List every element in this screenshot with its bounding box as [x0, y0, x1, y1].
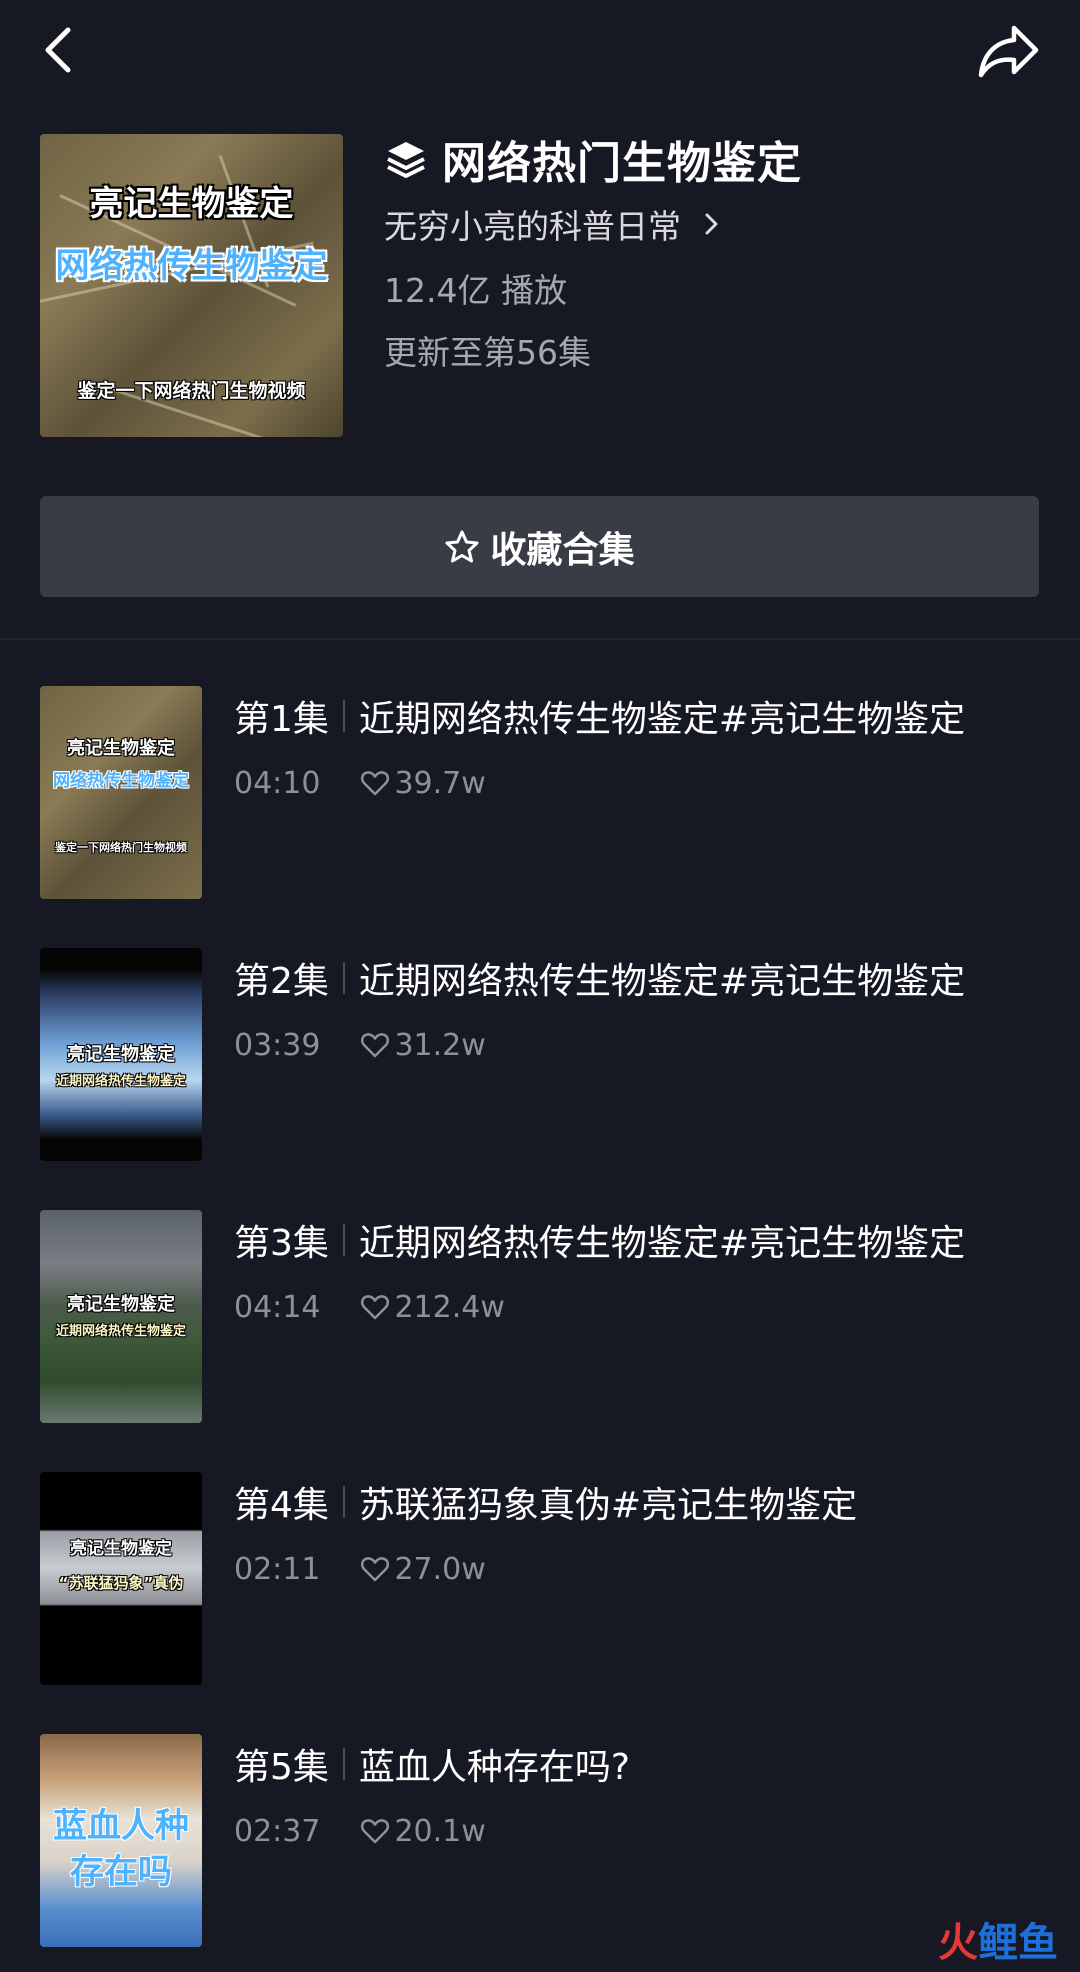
episode-item[interactable]: 亮记生物鉴定 近期网络热传生物鉴定 第3集 近期网络热传生物鉴定#亮记生物鉴定 …	[40, 1210, 1040, 1423]
cover-title-line2: 网络热传生物鉴定	[55, 246, 328, 286]
episode-thumbnail: 亮记生物鉴定 近期网络热传生物鉴定	[40, 1210, 202, 1423]
author-name: 无穷小亮的科普日常	[384, 207, 681, 246]
chevron-left-icon	[45, 27, 71, 73]
title-row: 网络热门生物鉴定	[384, 128, 1044, 190]
episode-number: 第4集	[234, 1485, 329, 1526]
episode-title-row: 第2集 近期网络热传生物鉴定#亮记生物鉴定	[234, 948, 965, 1008]
episode-number: 第2集	[234, 961, 329, 1002]
episode-title: 近期网络热传生物鉴定#亮记生物鉴定	[358, 961, 966, 1002]
thumb-text-line1: 亮记生物鉴定	[67, 1294, 175, 1315]
collection-info: 网络热门生物鉴定 无穷小亮的科普日常 12.4亿 播放 更新至第56集	[384, 128, 1044, 372]
episode-title: 蓝血人种存在吗?	[358, 1747, 631, 1788]
episode-meta-row: 02:11 27.0w	[234, 1546, 486, 1592]
episode-thumbnail: 蓝血人种 存在吗	[40, 1734, 202, 1947]
collection-cover: 亮记生物鉴定 网络热传生物鉴定 鉴定一下网络热门生物视频	[40, 134, 343, 437]
separator	[342, 700, 345, 732]
episode-number: 第5集	[234, 1747, 329, 1788]
collection-page: 亮记生物鉴定 网络热传生物鉴定 鉴定一下网络热门生物视频 网络热门生物鉴定 无穷…	[0, 0, 1080, 1972]
episode-thumbnail: 亮记生物鉴定 “苏联猛犸象”真伪	[40, 1472, 202, 1685]
author-link[interactable]: 无穷小亮的科普日常	[384, 202, 725, 246]
heart-outline-icon	[361, 1033, 390, 1058]
thumb-text-line2: 存在吗	[70, 1852, 172, 1892]
watermark-part1: 火	[938, 1920, 978, 1966]
episode-meta-row: 04:10 39.7w	[234, 760, 486, 806]
thumb-text-line1: 亮记生物鉴定	[67, 738, 175, 759]
favorite-collection-button[interactable]: 收藏合集	[40, 496, 1039, 597]
share-arrow-icon	[978, 25, 1039, 78]
episode-number: 第1集	[234, 699, 329, 740]
thumb-text-line2: “苏联猛犸象”真伪	[58, 1574, 184, 1592]
episode-meta-row: 03:39 31.2w	[234, 1022, 486, 1068]
episode-item[interactable]: 蓝血人种 存在吗 第5集 蓝血人种存在吗? 02:37 20.1w	[40, 1734, 1040, 1947]
episode-likes: 212.4w	[394, 1289, 505, 1325]
episode-title-row: 第3集 近期网络热传生物鉴定#亮记生物鉴定	[234, 1210, 965, 1270]
episode-duration: 04:10	[234, 765, 321, 801]
episode-item[interactable]: 亮记生物鉴定 “苏联猛犸象”真伪 第4集 苏联猛犸象真伪#亮记生物鉴定 02:1…	[40, 1472, 1040, 1685]
separator	[342, 1748, 345, 1780]
episode-title-row: 第1集 近期网络热传生物鉴定#亮记生物鉴定	[234, 686, 965, 746]
thumb-text-line1: 亮记生物鉴定	[70, 1539, 172, 1559]
layers-icon	[387, 142, 425, 178]
episode-number: 第3集	[234, 1223, 329, 1264]
episode-thumbnail: 亮记生物鉴定 网络热传生物鉴定 鉴定一下网络热门生物视频	[40, 686, 202, 899]
episode-duration: 02:11	[234, 1551, 321, 1587]
watermark-part2: 鲤鱼	[978, 1920, 1058, 1966]
episode-title-row: 第4集 苏联猛犸象真伪#亮记生物鉴定	[234, 1472, 857, 1532]
episode-title: 近期网络热传生物鉴定#亮记生物鉴定	[358, 1223, 966, 1264]
episode-likes: 20.1w	[394, 1813, 486, 1849]
episode-title: 苏联猛犸象真伪#亮记生物鉴定	[358, 1485, 858, 1526]
chevron-right-icon	[705, 213, 718, 235]
episode-duration: 03:39	[234, 1027, 321, 1063]
section-divider	[0, 638, 1080, 640]
episode-duration: 04:14	[234, 1289, 321, 1325]
separator	[342, 1486, 345, 1518]
favorite-button-label: 收藏合集	[490, 529, 635, 571]
cover-subtitle: 鉴定一下网络热门生物视频	[77, 380, 306, 402]
episode-meta-row: 02:37 20.1w	[234, 1808, 486, 1854]
thumb-text-line3: 鉴定一下网络热门生物视频	[55, 841, 187, 854]
collection-title: 网络热门生物鉴定	[442, 138, 802, 189]
heart-outline-icon	[361, 1819, 390, 1844]
thumb-text-line1: 蓝血人种	[53, 1806, 189, 1846]
heart-outline-icon	[361, 1557, 390, 1582]
thumb-text-line2: 网络热传生物鉴定	[53, 771, 189, 791]
thumb-text-line2: 近期网络热传生物鉴定	[55, 1074, 186, 1089]
back-button[interactable]	[36, 18, 84, 78]
watermark-logo: 火 鲤鱼	[938, 1910, 1058, 1968]
episode-item[interactable]: 亮记生物鉴定 近期网络热传生物鉴定 第2集 近期网络热传生物鉴定#亮记生物鉴定 …	[40, 948, 1040, 1161]
episode-thumbnail: 亮记生物鉴定 近期网络热传生物鉴定	[40, 948, 202, 1161]
episode-title-row: 第5集 蓝血人种存在吗?	[234, 1734, 630, 1794]
episode-meta-row: 04:14 212.4w	[234, 1284, 505, 1330]
heart-outline-icon	[361, 1295, 390, 1320]
cover-title-line1: 亮记生物鉴定	[89, 184, 294, 224]
episode-likes: 31.2w	[394, 1027, 486, 1063]
separator	[342, 1224, 345, 1256]
episode-item[interactable]: 亮记生物鉴定 网络热传生物鉴定 鉴定一下网络热门生物视频 第1集 近期网络热传生…	[40, 686, 1040, 899]
episode-likes: 39.7w	[394, 765, 486, 801]
update-status: 更新至第56集	[384, 333, 591, 372]
episode-likes: 27.0w	[394, 1551, 486, 1587]
play-count: 12.4亿 播放	[384, 271, 567, 310]
episode-duration: 02:37	[234, 1813, 321, 1849]
episode-title: 近期网络热传生物鉴定#亮记生物鉴定	[358, 699, 966, 740]
star-outline-icon	[445, 530, 479, 562]
share-button[interactable]	[976, 20, 1042, 80]
heart-outline-icon	[361, 771, 390, 796]
separator	[342, 962, 345, 994]
thumb-text-line1: 亮记生物鉴定	[67, 1044, 175, 1065]
thumb-text-line2: 近期网络热传生物鉴定	[55, 1324, 186, 1339]
